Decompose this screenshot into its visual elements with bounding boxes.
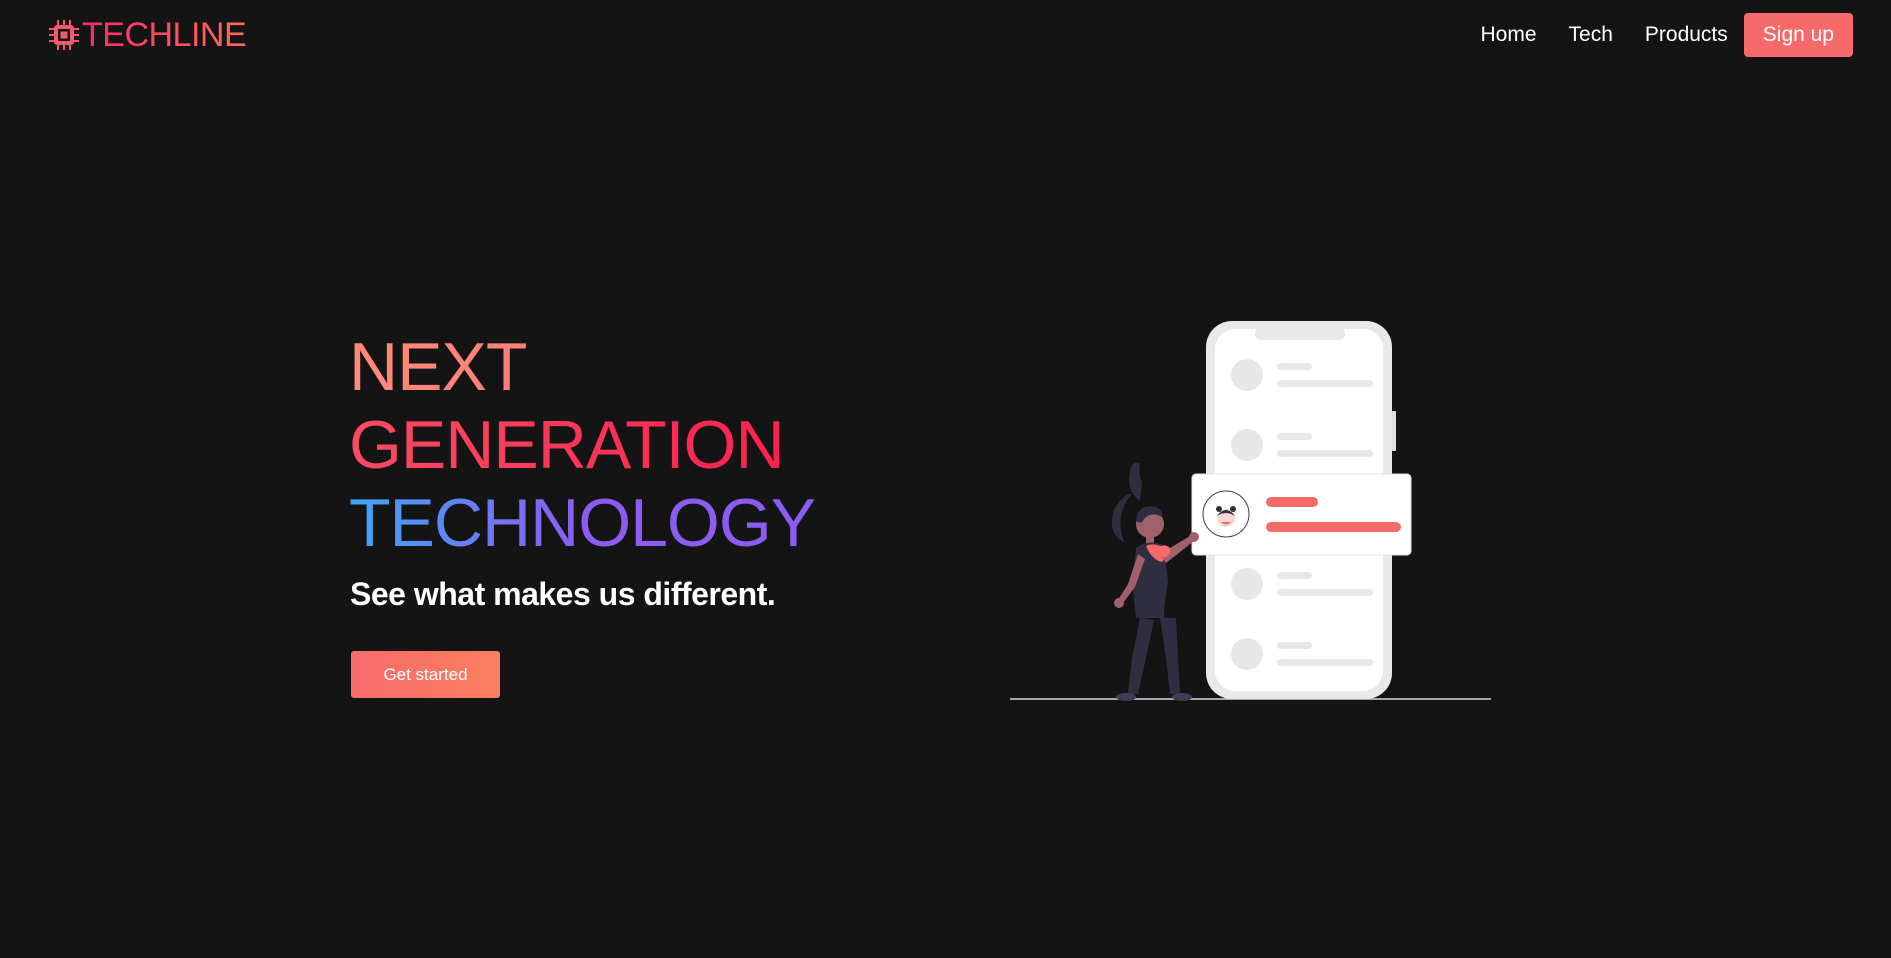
hero-line-technology: TECHNOLOGY	[349, 485, 816, 561]
hero-line-next: NEXT	[349, 328, 815, 406]
brand-name: TECHLINE	[82, 16, 247, 54]
nav-link-home[interactable]: Home	[1481, 23, 1537, 47]
signup-button[interactable]: Sign up	[1743, 13, 1853, 57]
hero-heading: NEXT GENERATION TECHNOLOGY	[349, 328, 816, 562]
page: TECHLINE Home Tech Products Sign up NEXT…	[0, 0, 1891, 958]
nav-link-products[interactable]: Products	[1645, 23, 1728, 47]
hero-subtitle: See what makes us different.	[350, 576, 776, 612]
hero-line-generation: GENERATION	[349, 406, 815, 484]
get-started-button[interactable]: Get started	[351, 651, 500, 698]
brand-logo[interactable]: TECHLINE	[48, 14, 247, 56]
chip-icon	[49, 20, 79, 50]
woman-with-phone-illustration	[1010, 321, 1491, 701]
navbar: TECHLINE Home Tech Products Sign up	[0, 0, 1891, 70]
nav-links: Home Tech Products Sign up	[1481, 13, 1853, 57]
nav-link-tech[interactable]: Tech	[1569, 23, 1613, 47]
